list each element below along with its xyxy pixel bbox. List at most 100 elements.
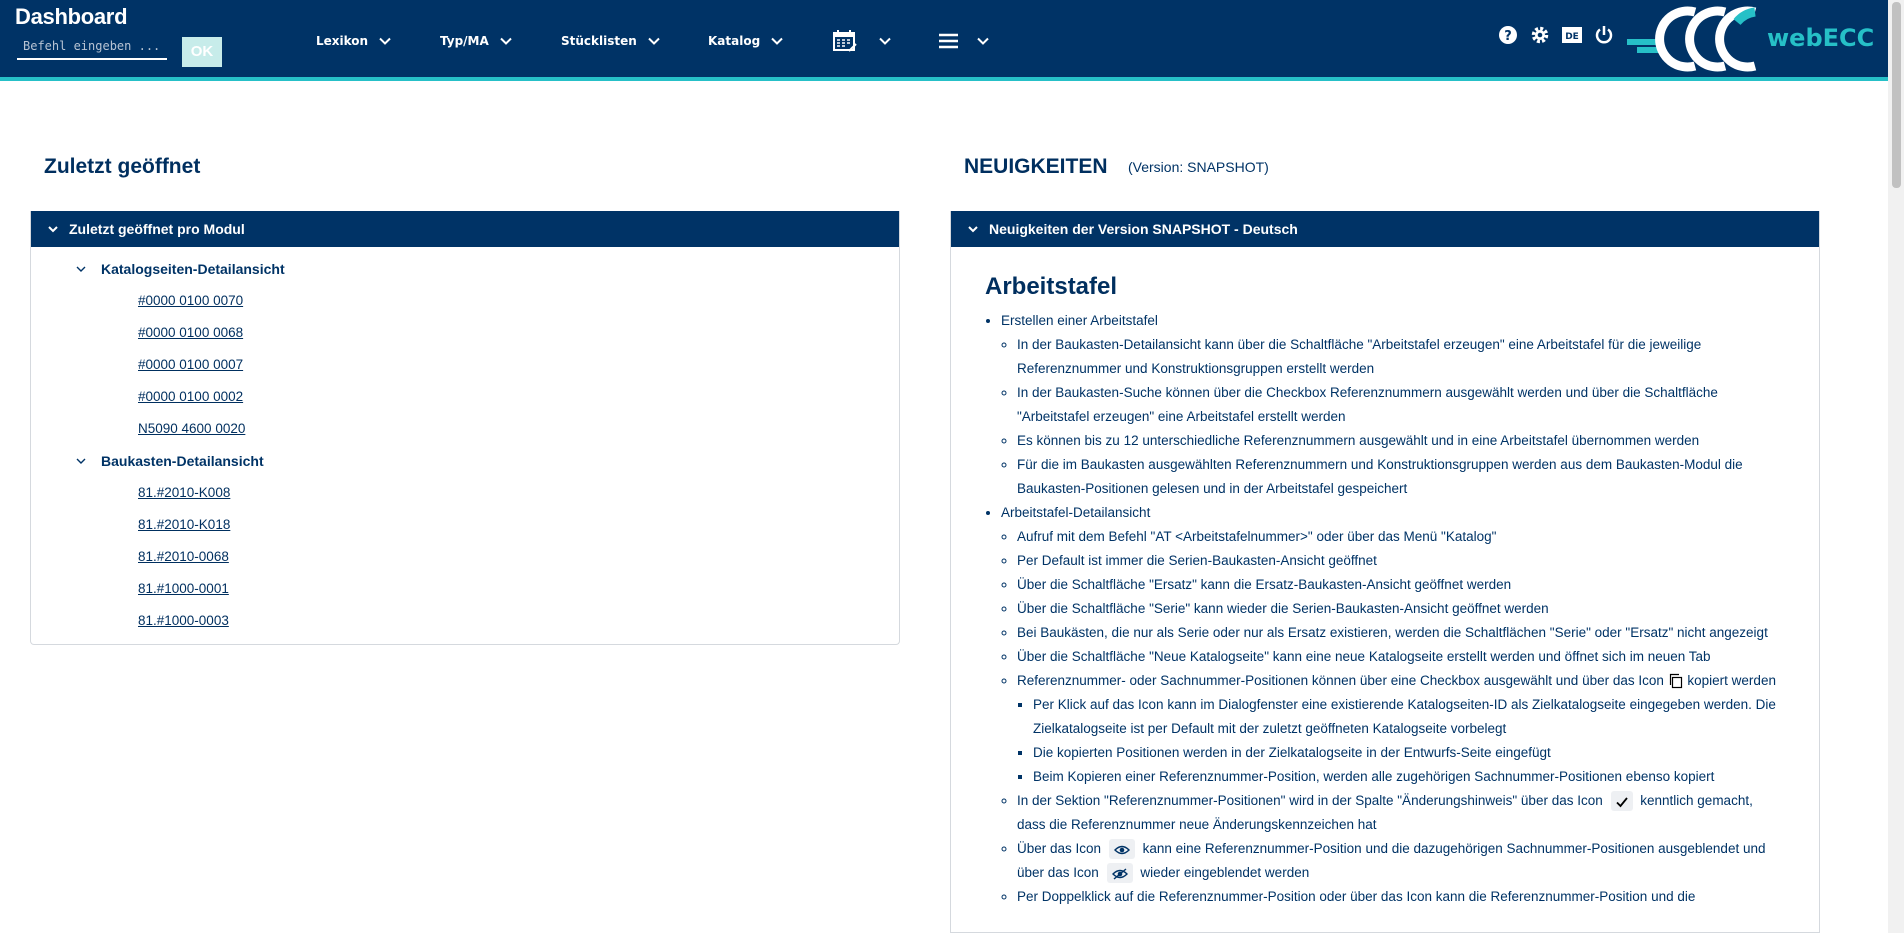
bullet-text: Arbeitstafel-Detailansicht [1001,505,1151,520]
text-part: Über das Icon [1017,841,1102,856]
bullet-text: Erstellen einer Arbeitstafel [1001,313,1158,328]
recent-link[interactable]: 81.#2010-K018 [138,517,230,532]
recently-opened-panel-header[interactable]: Zuletzt geöffnet pro Modul [31,211,899,247]
calendar-icon [833,29,857,52]
list-item: 81.#1000-0001 [31,573,899,605]
news-subbullet: Über die Schaltfläche "Ersatz" kann die … [1017,573,1785,597]
news-subbullet: Für die im Baukasten ausgewählten Refere… [1017,453,1785,501]
nav-stuecklisten[interactable]: Stücklisten [561,0,661,81]
recent-link[interactable]: #0000 0100 0070 [138,293,243,308]
recent-link[interactable]: 81.#1000-0003 [138,613,229,628]
svg-text:?: ? [1504,29,1512,44]
nav-label: Stücklisten [561,33,637,48]
news-subbullet: Es können bis zu 12 unterschiedliche Ref… [1017,429,1785,453]
text-part: wieder eingeblendet werden [1140,865,1310,880]
news-panel-header[interactable]: Neuigkeiten der Version SNAPSHOT - Deuts… [951,211,1819,247]
copy-icon [1669,674,1682,689]
recently-opened-panel: Zuletzt geöffnet pro Modul Katalogseiten… [30,211,900,645]
news-subsubbullet: Beim Kopieren einer Referenznummer-Posit… [1033,765,1785,789]
recent-link[interactable]: 81.#2010-0068 [138,549,229,564]
list-item: 81.#2010-0068 [31,541,899,573]
news-subbullet: Bei Baukästen, die nur als Serie oder nu… [1017,621,1785,645]
help-icon[interactable]: ? [1497,24,1519,46]
chevron-down-icon [76,458,86,464]
recent-link[interactable]: #0000 0100 0068 [138,325,243,340]
chevron-down-icon [500,37,512,45]
chevron-down-icon [977,37,989,45]
chevron-down-icon [648,37,660,45]
scrollbar-thumb[interactable] [1892,2,1901,188]
eye-slash-icon [1106,863,1133,884]
top-navigation-bar: Dashboard OK Lexikon Typ/MA Stücklisten … [0,0,1888,81]
news-bullet: Erstellen einer Arbeitstafel In der Bauk… [1001,309,1785,501]
panel-title: Neuigkeiten der Version SNAPSHOT - Deuts… [989,221,1298,237]
news-panel: Neuigkeiten der Version SNAPSHOT - Deuts… [950,211,1820,933]
text-part: Referenznummer- oder Sachnummer-Position… [1017,673,1664,688]
group-baukasten[interactable]: Baukasten-Detailansicht [31,445,899,477]
list-item: 81.#1000-0003 [31,605,899,637]
nav-lexikon[interactable]: Lexikon [316,0,392,81]
group-label: Katalogseiten-Detailansicht [101,261,285,277]
news-heading: Arbeitstafel [985,273,1118,300]
text-part: kopiert werden [1687,673,1776,688]
settings-gear-icon[interactable] [1529,24,1551,46]
news-subbullet: Referenznummer- oder Sachnummer-Position… [1017,669,1785,789]
list-item: 81.#2010-K008 [31,477,899,509]
nav-katalog[interactable]: Katalog [708,0,784,81]
app-title: Dashboard [15,4,128,29]
language-icon[interactable]: DE [1561,24,1583,46]
command-input[interactable] [17,34,167,60]
list-item: #0000 0100 0068 [31,317,899,349]
news-title: NEUIGKEITEN [964,155,1108,178]
list-item: #0000 0100 0002 [31,381,899,413]
group-katalogseiten[interactable]: Katalogseiten-Detailansicht [31,253,899,285]
recent-link[interactable]: 81.#1000-0001 [138,581,229,596]
list-item: N5090 4600 0020 [31,413,899,445]
chevron-down-icon [379,37,391,45]
recent-link[interactable]: 81.#2010-K008 [138,485,230,500]
chevron-down-icon [48,226,58,233]
news-subbullet: In der Baukasten-Detailansicht kann über… [1017,333,1785,381]
header-utility-icons: ? DE [1497,24,1615,46]
text-part: In der Sektion "Referenznummer-Positione… [1017,793,1603,808]
version-note: (Version: SNAPSHOT) [1128,159,1269,175]
language-badge-text: DE [1565,32,1579,42]
recently-opened-title: Zuletzt geöffnet [44,155,201,178]
recent-link[interactable]: N5090 4600 0020 [138,421,245,436]
chevron-down-icon [76,266,86,272]
list-item: #0000 0100 0007 [31,349,899,381]
ok-button[interactable]: OK [182,37,222,67]
eye-icon [1108,839,1135,860]
news-subbullet: Per Default ist immer die Serien-Baukast… [1017,549,1785,573]
news-subbullet: In der Sektion "Referenznummer-Positione… [1017,789,1785,837]
news-subbullet: Über die Schaltfläche "Serie" kann wiede… [1017,597,1785,621]
chevron-down-icon [771,37,783,45]
page-scrollbar[interactable] [1888,0,1904,933]
nav-typ-ma[interactable]: Typ/MA [440,0,513,81]
news-bullet: Arbeitstafel-Detailansicht Aufruf mit de… [1001,501,1785,909]
recent-link[interactable]: #0000 0100 0007 [138,357,243,372]
power-logout-icon[interactable] [1593,24,1615,46]
news-subsubbullet: Die kopierten Positionen werden in der Z… [1033,741,1785,765]
logo-text: webECC [1767,24,1875,52]
chevron-down-icon [968,226,978,233]
checkmark-icon [1610,791,1633,812]
nav-label: Katalog [708,33,761,48]
news-subbullet: Per Doppelklick auf die Referenznummer-P… [1017,885,1785,909]
news-subbullet: In der Baukasten-Suche können über die C… [1017,381,1785,429]
nav-hamburger-menu[interactable] [936,0,990,81]
news-subbullet: Aufruf mit dem Befehl "AT <Arbeitstafeln… [1017,525,1785,549]
panel-title: Zuletzt geöffnet pro Modul [69,221,245,237]
hamburger-menu-icon [939,33,958,48]
list-item: 81.#2010-K018 [31,509,899,541]
news-subbullet: Über das Icon kann eine Referenznummer-P… [1017,837,1785,885]
news-content: Arbeitstafel Erstellen einer Arbeitstafe… [951,247,1819,909]
group-label: Baukasten-Detailansicht [101,453,264,469]
recent-link[interactable]: #0000 0100 0002 [138,389,243,404]
nav-calendar-menu[interactable] [832,0,892,81]
news-subsubbullet: Per Klick auf das Icon kann im Dialogfen… [1033,693,1785,741]
nav-label: Lexikon [316,33,369,48]
list-item: #0000 0100 0070 [31,285,899,317]
chevron-down-icon [879,37,891,45]
nav-label: Typ/MA [440,33,489,48]
